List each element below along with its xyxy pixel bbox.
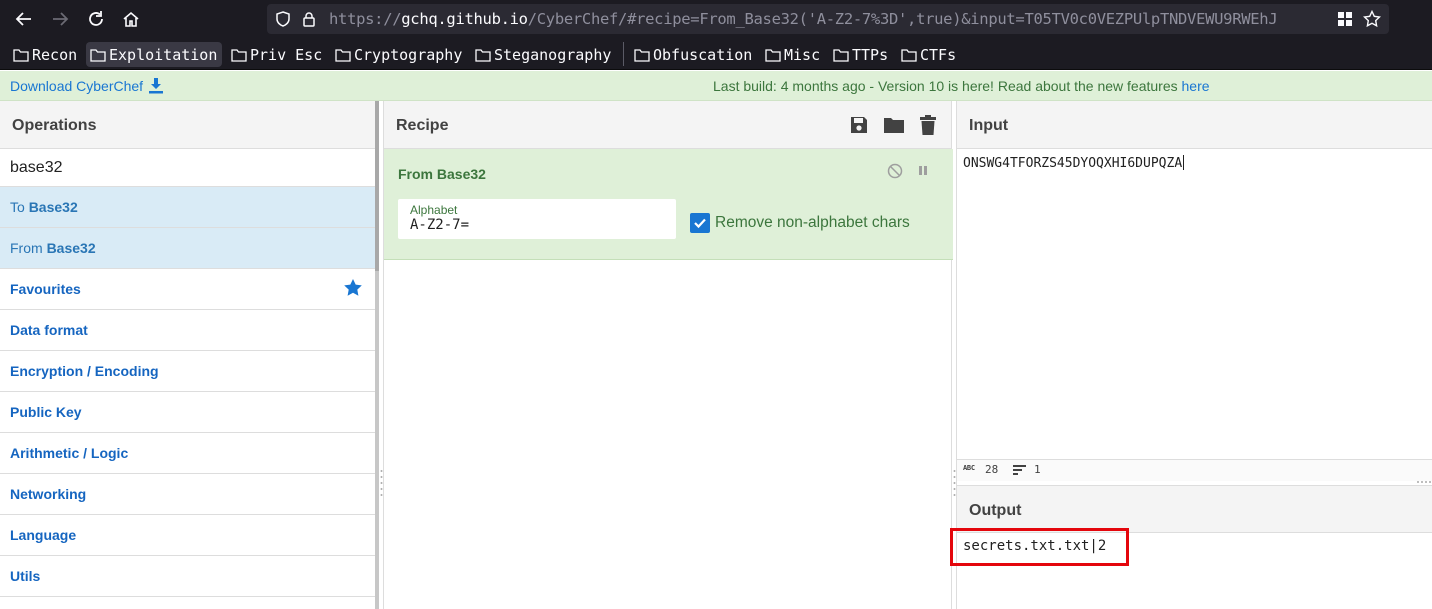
input-title: Input <box>957 101 1432 149</box>
remove-non-alphabet-label[interactable]: Remove non-alphabet chars <box>715 214 910 232</box>
folder-icon <box>833 48 849 62</box>
browser-toolbar: https://gchq.github.io/CyberChef/#recipe… <box>0 0 1432 38</box>
operation-result-to-base32[interactable]: To Base32 <box>0 187 376 228</box>
bookmark-folder-cryptography[interactable]: Cryptography <box>331 42 467 67</box>
notice-text: Last build: 4 months ago - Version 10 is… <box>713 78 1182 94</box>
bookmark-label: TTPs <box>852 45 889 64</box>
category-label: Favourites <box>10 281 81 297</box>
category-networking[interactable]: Networking <box>0 474 376 515</box>
checkmark-icon <box>694 218 706 229</box>
operation-result-from-base32[interactable]: From Base32 <box>0 228 376 269</box>
bookmark-label: Exploitation <box>109 45 218 64</box>
bookmark-label: Steganography <box>494 45 612 64</box>
bookmark-folder-misc[interactable]: Misc <box>761 42 825 67</box>
category-encryption-encoding[interactable]: Encryption / Encoding <box>0 351 376 392</box>
download-icon <box>149 78 164 94</box>
bookmark-label: Priv Esc <box>250 45 323 64</box>
input-length: 28 <box>985 463 999 476</box>
bookmark-folder-priv-esc[interactable]: Priv Esc <box>227 42 327 67</box>
recipe-panel: Recipe From Base32 Alphabet A-Z2-7= Remo… <box>383 101 953 609</box>
operations-search-input[interactable]: base32 <box>0 149 376 187</box>
text-cursor <box>1183 155 1185 170</box>
build-notice: Last build: 4 months ago - Version 10 is… <box>713 78 1210 94</box>
operations-scrollbar-thumb[interactable] <box>375 101 379 271</box>
recipe-operation-from-base32[interactable]: From Base32 Alphabet A-Z2-7= Remove non-… <box>384 149 953 260</box>
category-utils[interactable]: Utils <box>0 556 376 597</box>
bookmark-label: Recon <box>32 45 78 64</box>
bookmark-folder-ctfs[interactable]: CTFs <box>897 42 961 67</box>
bookmark-label: Obfuscation <box>653 45 753 64</box>
bookmarks-toolbar: Recon Exploitation Priv Esc Cryptography… <box>0 38 1432 70</box>
bookmark-folder-exploitation[interactable]: Exploitation <box>86 42 223 67</box>
folder-icon <box>231 48 247 62</box>
result-match: Base32 <box>28 199 78 215</box>
folder-icon <box>475 48 491 62</box>
input-lines: 1 <box>1034 463 1041 476</box>
reload-icon[interactable] <box>83 6 109 32</box>
home-icon[interactable] <box>118 6 144 32</box>
alphabet-field[interactable]: Alphabet A-Z2-7= <box>398 199 676 239</box>
alphabet-label: Alphabet <box>410 203 458 217</box>
bookmark-label: Misc <box>784 45 821 64</box>
folder-icon <box>901 48 917 62</box>
bookmark-separator <box>623 42 624 66</box>
folder-icon <box>13 48 29 62</box>
output-title: Output <box>957 485 1432 533</box>
bookmark-folder-ttps[interactable]: TTPs <box>829 42 893 67</box>
alphabet-value[interactable]: A-Z2-7= <box>410 217 469 233</box>
disable-icon[interactable] <box>887 163 903 179</box>
category-language[interactable]: Language <box>0 515 376 556</box>
folder-icon <box>335 48 351 62</box>
bookmark-star-icon[interactable] <box>1362 9 1382 33</box>
result-prefix: From <box>10 240 47 256</box>
bookmark-label: CTFs <box>920 45 957 64</box>
folder-icon <box>765 48 781 62</box>
forward-arrow-icon[interactable] <box>47 6 73 32</box>
operations-panel: Operations base32 To Base32 From Base32 … <box>0 101 377 609</box>
url-text[interactable]: https://gchq.github.io/CyberChef/#recipe… <box>329 10 1339 28</box>
category-favourites[interactable]: Favourites <box>0 269 376 310</box>
category-public-key[interactable]: Public Key <box>0 392 376 433</box>
result-match: Base32 <box>46 240 96 256</box>
resize-gutter-handle[interactable] <box>1416 480 1432 484</box>
reader-view-icon[interactable] <box>1336 10 1354 33</box>
lines-icon <box>1013 465 1026 475</box>
lock-icon[interactable] <box>302 11 316 32</box>
recipe-operation-title: From Base32 <box>398 166 486 182</box>
remove-non-alphabet-checkbox[interactable] <box>690 213 710 233</box>
result-prefix: To <box>10 199 29 215</box>
save-icon[interactable] <box>849 115 869 135</box>
star-icon <box>344 279 362 296</box>
bookmark-folder-recon[interactable]: Recon <box>9 42 82 67</box>
trash-icon[interactable] <box>919 115 937 135</box>
pause-icon[interactable] <box>917 163 929 179</box>
folder-icon <box>634 48 650 62</box>
folder-icon <box>90 48 106 62</box>
download-label: Download CyberChef <box>10 78 144 94</box>
length-icon: ABC <box>963 464 975 472</box>
bookmark-folder-obfuscation[interactable]: Obfuscation <box>630 42 757 67</box>
bookmark-label: Cryptography <box>354 45 463 64</box>
download-cyberchef-link[interactable]: Download CyberChef <box>10 78 164 94</box>
notice-banner: Download CyberChef Last build: 4 months … <box>0 71 1432 101</box>
output-highlight-box <box>950 528 1129 566</box>
input-textarea[interactable]: ONSWG4TFORZS45DYOQXHI6DUPQZA <box>963 155 1185 171</box>
bookmark-folder-steganography[interactable]: Steganography <box>471 42 616 67</box>
tracking-protection-shield-icon[interactable] <box>275 11 291 32</box>
notice-link[interactable]: here <box>1182 78 1210 94</box>
address-bar[interactable]: https://gchq.github.io/CyberChef/#recipe… <box>267 4 1389 34</box>
folder-open-icon[interactable] <box>883 115 905 135</box>
input-value: ONSWG4TFORZS45DYOQXHI6DUPQZA <box>963 156 1183 171</box>
back-arrow-icon[interactable] <box>11 6 37 32</box>
input-status-bar: ABC 28 1 <box>957 459 1432 481</box>
operations-title: Operations <box>0 101 376 149</box>
category-arithmetic-logic[interactable]: Arithmetic / Logic <box>0 433 376 474</box>
category-data-format[interactable]: Data format <box>0 310 376 351</box>
